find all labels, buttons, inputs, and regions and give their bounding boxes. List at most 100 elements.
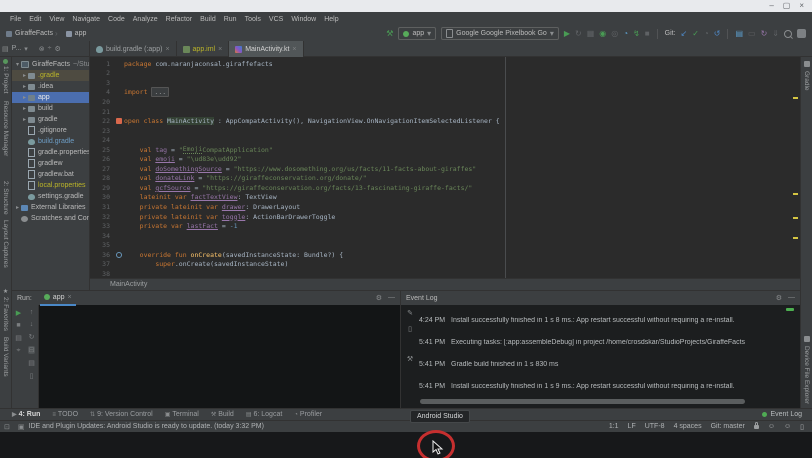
menu-item-navigate[interactable]: Navigate [68, 16, 104, 23]
indent-setting[interactable]: 4 spaces [674, 423, 702, 430]
tree-arrow-icon[interactable]: ▸ [21, 83, 28, 90]
error-stripe-mark[interactable] [793, 237, 798, 239]
menu-item-build[interactable]: Build [196, 16, 220, 23]
attach-debugger-icon[interactable]: ◎ [611, 30, 618, 38]
debug-button[interactable]: ◉ [599, 30, 606, 38]
inspections-icon[interactable]: ☺ [784, 423, 791, 430]
breadcrumb-module[interactable]: app [75, 30, 87, 37]
menu-item-edit[interactable]: Edit [25, 16, 45, 23]
sdk-manager-icon[interactable]: ⇓ [772, 30, 779, 38]
class-gutter-icon[interactable] [116, 118, 122, 124]
breadcrumb-project[interactable]: GiraffeFacts [15, 30, 53, 37]
device-dropdown[interactable]: Google Google Pixelbook Go ▾ [441, 27, 559, 40]
horizontal-scrollbar[interactable] [420, 399, 745, 404]
tree-item[interactable]: local.properties [12, 180, 89, 191]
tool-window-button-6-logcat[interactable]: ▤6: Logcat [246, 411, 282, 418]
tool-window-toggle-icon[interactable]: ⊡ [4, 423, 10, 431]
menu-item-help[interactable]: Help [320, 16, 342, 23]
project-tree-panel[interactable]: ▾GiraffeFacts~/StudioProjects/GiraffeFac… [12, 57, 90, 290]
down-stack-trace-icon[interactable]: ↓ [30, 321, 34, 328]
tree-item[interactable]: ▸app [12, 92, 89, 103]
tree-item[interactable]: gradlew.bat [12, 169, 89, 180]
tree-item[interactable]: ▸.gradle [12, 70, 89, 81]
tool-strip-tab--favorites[interactable]: ★2: Favorites [2, 288, 9, 331]
caret-position[interactable]: 1:1 [609, 423, 619, 430]
tool-strip-tab-layout-captures[interactable]: Layout Captures [2, 220, 9, 268]
tool-strip-tab--structure[interactable]: 2: Structure [2, 181, 9, 215]
tree-item[interactable]: build.gradle [12, 136, 89, 147]
tree-arrow-icon[interactable]: ▾ [14, 61, 21, 68]
stop-button[interactable]: ■ [645, 30, 650, 38]
settings-wrench-icon[interactable]: ⚒ [407, 355, 413, 363]
soft-wrap-icon[interactable]: ⊟ [28, 346, 36, 354]
tab-close-icon[interactable]: × [218, 46, 222, 53]
run-tab-app[interactable]: app × [40, 290, 76, 306]
tree-arrow-icon[interactable]: ▸ [21, 116, 28, 123]
read-lock-icon[interactable] [754, 425, 759, 429]
menu-item-view[interactable]: View [45, 16, 68, 23]
clear-log-trash-icon[interactable]: ▯ [408, 325, 412, 333]
indicator-icon[interactable]: ▯ [800, 423, 804, 431]
menu-item-analyze[interactable]: Analyze [129, 16, 162, 23]
editor-tab[interactable]: build.gradle (:app)× [90, 41, 177, 57]
tool-window-button-todo[interactable]: ≡TODO [52, 411, 78, 418]
code-editor[interactable]: 1package com.naranjaconsal.giraffefacts2… [90, 57, 800, 278]
tree-item[interactable]: gradle.properties [12, 147, 89, 158]
run-config-dropdown[interactable]: app ▾ [398, 27, 436, 40]
line-separator[interactable]: LF [628, 423, 636, 430]
menu-item-window[interactable]: Window [287, 16, 320, 23]
tool-strip-tab-device-file-explorer[interactable]: Device File Explorer [803, 336, 810, 404]
event-log-minimize-icon[interactable]: — [788, 294, 795, 302]
locate-file-icon[interactable]: ⊗ [39, 45, 45, 53]
window-minimize-icon[interactable]: – [769, 2, 773, 10]
build-hammer-icon[interactable]: ⚒ [386, 30, 393, 38]
show-console-icon[interactable]: ▤ [15, 334, 22, 342]
tool-window-button-profiler[interactable]: ◔Profiler [294, 411, 322, 418]
device-file-explorer-icon[interactable]: ▤ [735, 30, 743, 38]
pin-tab-icon[interactable]: ⌖ [17, 347, 21, 355]
error-stripe-mark[interactable] [793, 193, 798, 195]
tool-strip-tab-resource-manager[interactable]: Resource Manager [2, 101, 9, 156]
restart-icon[interactable]: ↻ [29, 333, 35, 341]
tool-window-button-terminal[interactable]: ▣Terminal [165, 411, 199, 418]
tree-item[interactable]: settings.gradle [12, 191, 89, 202]
apply-changes-restart-icon[interactable]: ↻ [575, 30, 582, 38]
run-settings-gear-icon[interactable]: ⚙ [376, 294, 382, 302]
tool-window-button-4-run[interactable]: ▶4: Run [12, 411, 40, 418]
dropdown-arrow-icon[interactable]: ▾ [24, 45, 28, 53]
git-rollback-button[interactable]: ↺ [714, 30, 721, 38]
menu-item-tools[interactable]: Tools [241, 16, 265, 23]
window-close-icon[interactable]: × [799, 2, 804, 10]
tree-item[interactable]: gradlew [12, 158, 89, 169]
window-maximize-icon[interactable]: ▢ [783, 2, 791, 10]
git-commit-button[interactable]: ✓ [692, 30, 699, 38]
tree-item[interactable]: Scratches and Consoles [12, 213, 89, 224]
profile-avatar[interactable] [797, 29, 806, 38]
breadcrumb-class[interactable]: MainActivity [110, 281, 147, 288]
menu-item-code[interactable]: Code [104, 16, 129, 23]
highlight-level-icon[interactable]: ☺ [768, 423, 775, 430]
editor-tab[interactable]: app.iml× [177, 41, 230, 57]
status-message[interactable]: IDE and Plugin Updates: Android Studio i… [29, 423, 264, 430]
search-everywhere-icon[interactable] [784, 30, 792, 38]
error-stripe-mark[interactable] [793, 217, 798, 219]
tree-item[interactable]: ▸.idea [12, 81, 89, 92]
stop-process-button[interactable]: ■ [16, 322, 20, 329]
print-icon[interactable]: ▤ [28, 359, 35, 367]
tab-close-icon[interactable]: × [165, 46, 169, 53]
tree-item[interactable]: ▸build [12, 103, 89, 114]
tool-window-button-9-version-control[interactable]: ⇅9: Version Control [90, 411, 153, 418]
git-branch[interactable]: Git: master [711, 423, 745, 430]
apply-code-changes-icon[interactable]: ↯ [633, 30, 640, 38]
tool-strip-tab-gradle[interactable]: Gradle [803, 61, 810, 91]
project-settings-gear-icon[interactable]: ⚙ [54, 45, 60, 53]
run-minimize-icon[interactable]: — [388, 294, 395, 302]
tree-arrow-icon[interactable]: ▸ [21, 94, 28, 101]
profile-button[interactable]: ◔ [623, 30, 628, 38]
tab-close-icon[interactable]: × [67, 294, 71, 301]
menu-item-vcs[interactable]: VCS [265, 16, 287, 23]
tool-window-button-build[interactable]: ⚒Build [211, 411, 234, 418]
menu-item-file[interactable]: File [6, 16, 25, 23]
rerun-button[interactable]: ▶ [16, 309, 21, 317]
tree-item[interactable]: ▸External Libraries [12, 202, 89, 213]
